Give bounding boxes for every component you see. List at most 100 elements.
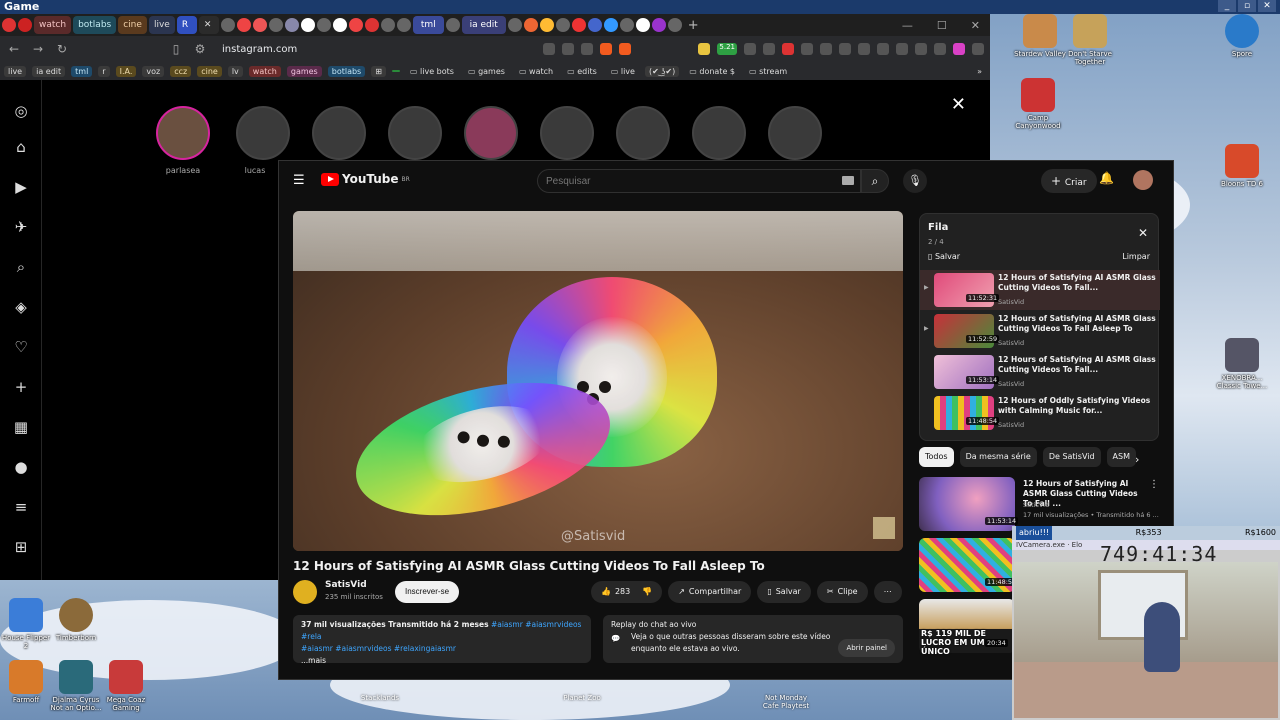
- bookmark-live-folder[interactable]: live: [607, 66, 639, 77]
- tab-tml[interactable]: tml: [412, 16, 444, 34]
- video-player[interactable]: @Satisvid: [293, 211, 903, 551]
- bookmark-cine[interactable]: cine: [197, 65, 222, 77]
- close-button[interactable]: ✕: [1258, 0, 1276, 12]
- bookmark-watch-folder[interactable]: watch: [515, 66, 557, 77]
- bookmark-donate[interactable]: donate $: [685, 66, 739, 77]
- bookmark-ccz[interactable]: ccz: [170, 65, 192, 77]
- explore-icon[interactable]: ◈: [12, 298, 30, 316]
- story-avatar[interactable]: [312, 106, 366, 160]
- tab-live[interactable]: live: [148, 16, 175, 34]
- queue-item[interactable]: 11:48:54 12 Hours of Oddly Satisfying Vi…: [920, 393, 1160, 433]
- notifications-bell-icon[interactable]: 🔔: [1099, 171, 1114, 185]
- subscribe-button[interactable]: Inscrever-se: [395, 581, 460, 603]
- tab-r[interactable]: R: [176, 16, 197, 34]
- extension-icon[interactable]: [801, 43, 813, 55]
- more-actions-button[interactable]: ⋯: [873, 581, 902, 603]
- tab-close[interactable]: ✕: [198, 16, 219, 34]
- story-avatar[interactable]: [236, 106, 290, 160]
- tab-favicon[interactable]: [539, 18, 554, 32]
- show-more-link[interactable]: ...mais: [301, 655, 583, 667]
- story-avatar[interactable]: [692, 106, 746, 160]
- create-button[interactable]: Criar: [1041, 169, 1097, 193]
- bookmark-ia[interactable]: I.A.: [115, 65, 137, 77]
- tab-favicon[interactable]: [236, 18, 251, 32]
- tab-favicon[interactable]: [523, 18, 538, 32]
- extension-icon[interactable]: [858, 43, 870, 55]
- desktop-icon-xeno[interactable]: XENOBRA... Classic Towe...: [1216, 338, 1268, 390]
- bookmark-lenny[interactable]: (✔︎ ͜ʖ✔︎): [644, 65, 680, 77]
- tab-favicon[interactable]: [603, 18, 618, 32]
- search-icon[interactable]: ⌕: [861, 169, 889, 193]
- desktop-icon-mega-coaz[interactable]: Mega Coaz Gaming: [100, 660, 152, 712]
- desktop-icon-house-flipper[interactable]: House Flipper 2: [0, 598, 52, 650]
- chip-all[interactable]: Todos: [919, 447, 954, 467]
- close-icon[interactable]: ✕: [951, 94, 966, 115]
- tab-favicon[interactable]: [364, 18, 379, 32]
- desktop-icon-bloons[interactable]: Bloons TD 6: [1216, 144, 1268, 188]
- bookmark-live-bots[interactable]: live bots: [406, 66, 458, 77]
- instagram-logo-icon[interactable]: ◎: [12, 102, 30, 120]
- story-avatar[interactable]: [540, 106, 594, 160]
- forward-icon[interactable]: →: [30, 42, 46, 56]
- desktop-label-planet-zoo[interactable]: Planet Zoo: [552, 694, 612, 702]
- tab-favicon[interactable]: [220, 18, 235, 32]
- story-avatar[interactable]: [768, 106, 822, 160]
- queue-save-button[interactable]: ▯ Salvar: [928, 252, 960, 261]
- bookmark-edits[interactable]: edits: [563, 66, 601, 77]
- tab-favicon[interactable]: [18, 18, 32, 32]
- tab-favicon[interactable]: [507, 18, 522, 32]
- chip-same-series[interactable]: Da mesma série: [959, 447, 1037, 467]
- channel-name[interactable]: SatisVid: [325, 580, 367, 590]
- tab-favicon[interactable]: [619, 18, 634, 32]
- vpn-icon[interactable]: [934, 43, 946, 55]
- close-button[interactable]: ✕: [971, 19, 980, 32]
- tab-cine[interactable]: cine: [118, 16, 147, 34]
- menu-icon[interactable]: [972, 43, 984, 55]
- tab-watch[interactable]: watch: [34, 16, 72, 34]
- more-bookmarks-icon[interactable]: »: [973, 66, 986, 77]
- bookmark-ia-edit[interactable]: ia edit: [32, 65, 66, 77]
- back-icon[interactable]: ←: [6, 42, 22, 56]
- dashboard-icon[interactable]: ▦: [12, 418, 30, 436]
- queue-item[interactable]: ▶ 11:52:59 12 Hours of Satisfying AI ASM…: [920, 311, 1160, 351]
- profile-icon[interactable]: [953, 43, 965, 55]
- brave-rewards-icon[interactable]: [619, 43, 632, 55]
- profile-icon[interactable]: ●: [12, 458, 30, 476]
- desktop-icon-djalma[interactable]: Djalma Cyrus Not an Optio...: [50, 660, 102, 712]
- screen-icon[interactable]: [543, 43, 556, 55]
- extension-icon[interactable]: [763, 43, 775, 55]
- desktop-icon-spore[interactable]: Spore: [1216, 14, 1268, 58]
- extension-icon[interactable]: [839, 43, 851, 55]
- minimize-button[interactable]: _: [1218, 0, 1236, 12]
- bookmark-watch[interactable]: watch: [248, 65, 281, 77]
- desktop-icon-stardew[interactable]: Stardew Valley: [1014, 14, 1066, 58]
- apps-grid-icon[interactable]: ⊞: [371, 65, 386, 77]
- channel-watermark-icon[interactable]: [873, 517, 895, 539]
- wallet-icon[interactable]: [896, 43, 908, 55]
- microphone-icon[interactable]: 🎙: [903, 169, 927, 193]
- maximize-button[interactable]: ☐: [937, 19, 947, 32]
- close-icon[interactable]: ✕: [1138, 226, 1148, 240]
- description-box[interactable]: 37 mil visualizações Transmitido há 2 me…: [293, 615, 591, 665]
- create-icon[interactable]: +: [12, 378, 30, 396]
- menu-icon[interactable]: ☰: [293, 173, 305, 188]
- threads-icon[interactable]: ⊞: [12, 538, 30, 556]
- more-icon[interactable]: ≡: [12, 498, 30, 516]
- bookmark-live[interactable]: live: [4, 65, 27, 77]
- bookmark-stream[interactable]: stream: [745, 66, 791, 77]
- leo-icon[interactable]: [915, 43, 927, 55]
- tab-favicon[interactable]: [332, 18, 347, 32]
- open-panel-button[interactable]: Abrir painel: [838, 639, 895, 657]
- keyboard-icon[interactable]: [842, 176, 854, 185]
- tab-favicon[interactable]: [316, 18, 331, 32]
- tab-favicon[interactable]: [445, 18, 460, 32]
- home-icon[interactable]: ⌂: [12, 138, 30, 156]
- like-button[interactable]: 👍 283 👎: [591, 581, 663, 603]
- story-avatar[interactable]: [616, 106, 670, 160]
- more-vert-icon[interactable]: ⋮: [1149, 479, 1159, 490]
- tab-favicon[interactable]: [380, 18, 395, 32]
- new-tab-button[interactable]: +: [684, 18, 703, 33]
- tab-favicon[interactable]: [268, 18, 283, 32]
- messages-icon[interactable]: ✈: [12, 218, 30, 236]
- restore-button[interactable]: ▫: [1238, 0, 1256, 12]
